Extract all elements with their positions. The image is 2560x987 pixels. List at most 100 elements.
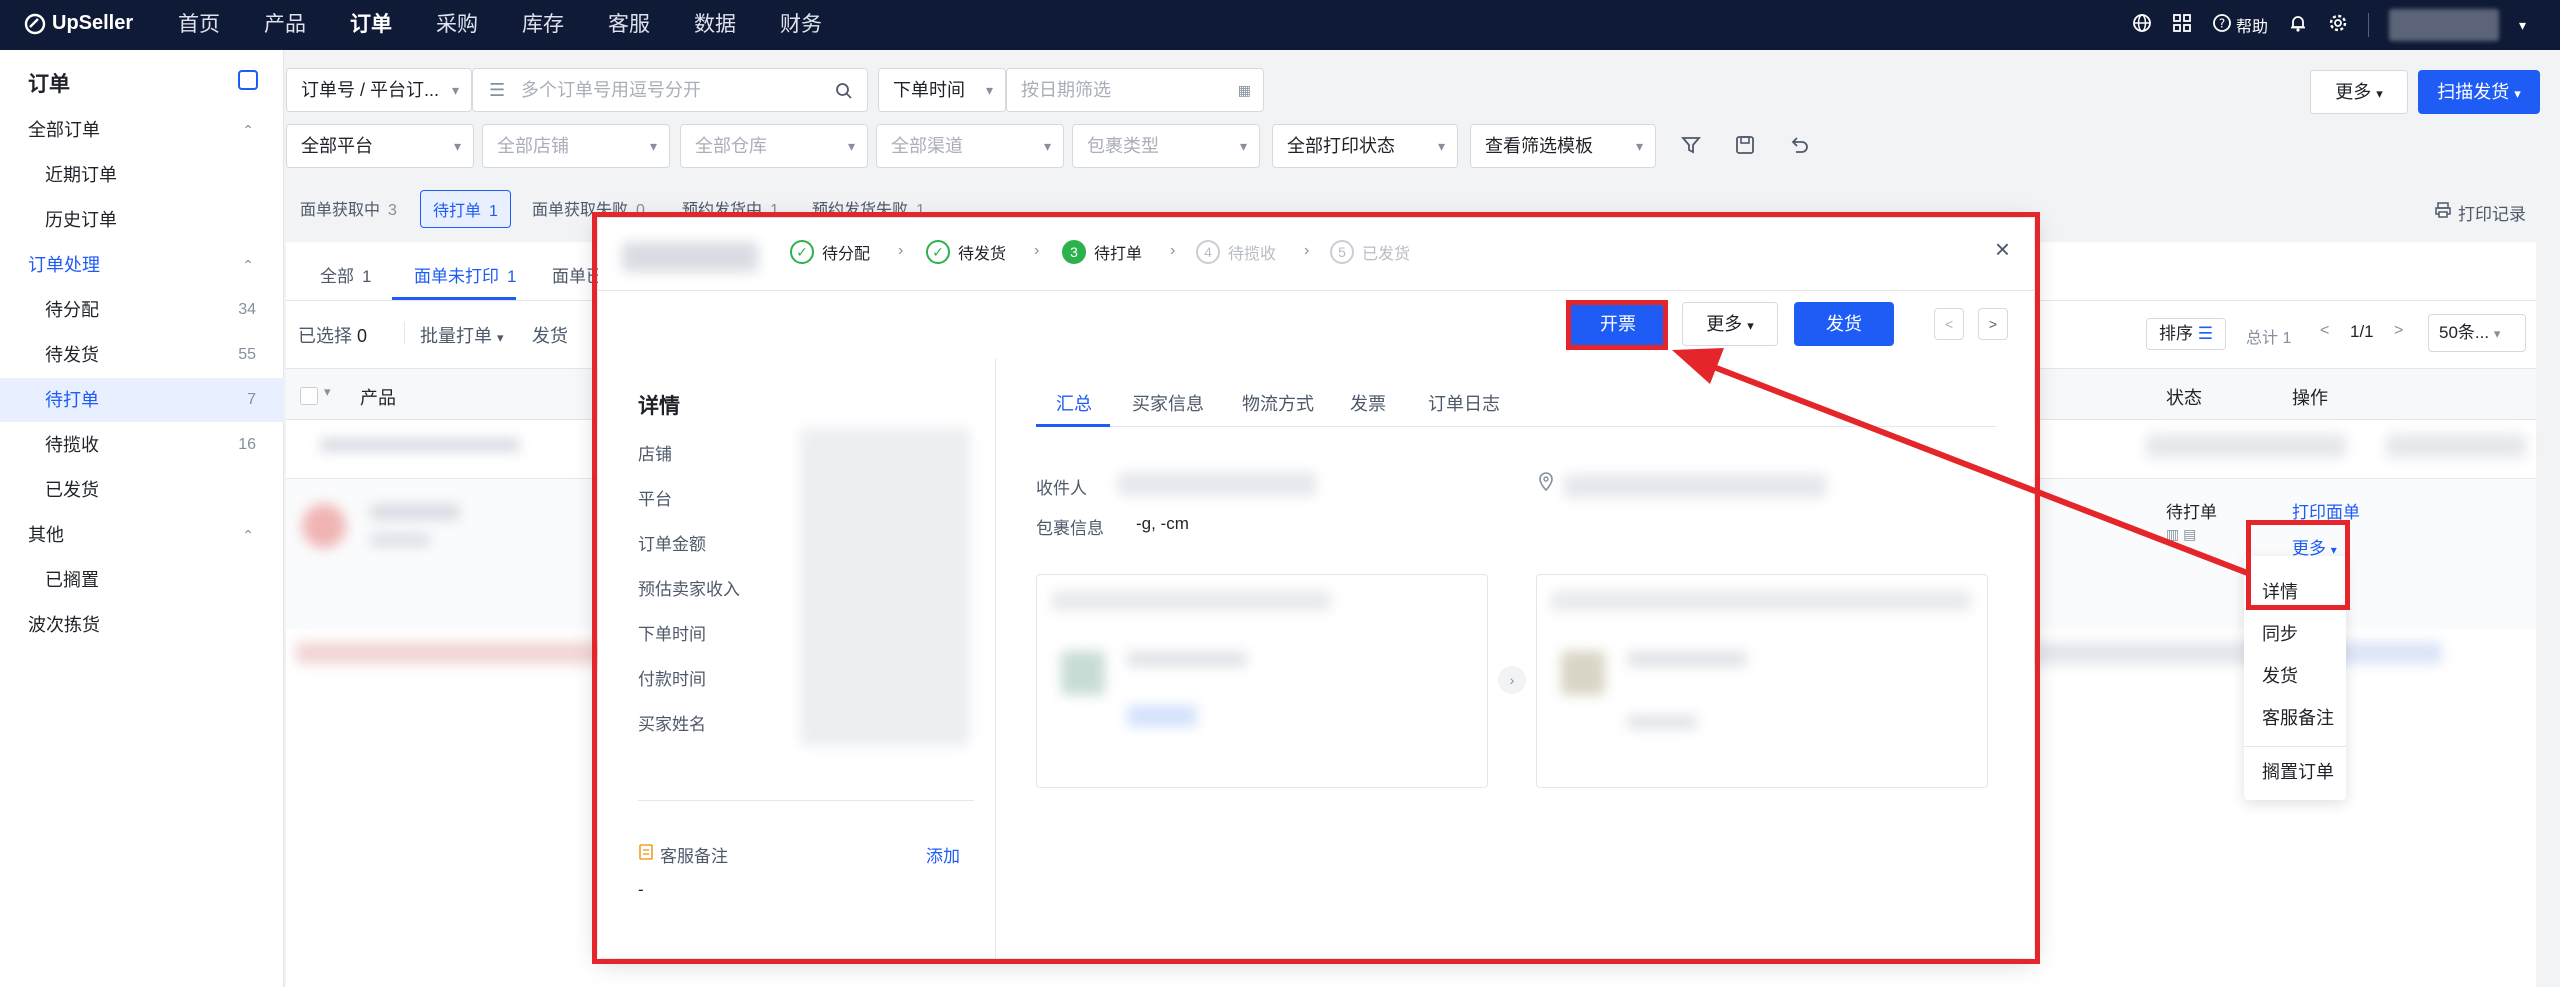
menu-item-1[interactable]: 同步 [2262, 620, 2298, 646]
chevron-right-icon[interactable]: › [1498, 666, 1526, 694]
print-status-select[interactable]: 全部打印状态 ▾ [1272, 124, 1458, 168]
chevron-up-icon[interactable]: ⌃ [242, 513, 254, 557]
nav-item-2[interactable]: 订单 [350, 0, 392, 50]
nav-item-0[interactable]: 首页 [178, 0, 220, 50]
next-page-icon[interactable]: > [2394, 322, 2403, 340]
status-tab-4[interactable]: 预约发货失败 1 [812, 196, 925, 220]
menu-item-3[interactable]: 客服备注 [2262, 704, 2334, 730]
chevron-down-icon[interactable]: ▾ [2519, 17, 2526, 34]
dialog-ship-button[interactable]: 发货 [1794, 302, 1894, 346]
chevron-up-icon[interactable]: ⌃ [242, 108, 254, 152]
barcode-icon[interactable]: ▥ ▤ [2166, 526, 2196, 543]
globe-icon[interactable] [2132, 13, 2152, 38]
package-info-value: -g, -cm [1136, 514, 1189, 533]
save-icon[interactable] [1734, 134, 1756, 161]
nav-item-3[interactable]: 采购 [436, 0, 478, 50]
sidebar-item-label: 待发货 [45, 345, 99, 365]
sort-button[interactable]: 排序 ☰ [2146, 318, 2226, 350]
dialog-tab-4[interactable]: 订单日志 [1428, 390, 1500, 416]
status-tab-1[interactable]: 待打单 1 [420, 190, 511, 228]
batch-print-button[interactable]: 批量打单 ▾ [404, 322, 504, 348]
sidebar-group-1[interactable]: 订单处理 ⌃ [0, 243, 284, 287]
chevron-down-icon[interactable]: ▾ [324, 384, 331, 400]
nav-item-6[interactable]: 数据 [694, 0, 736, 50]
sidebar-group-3[interactable]: 波次拣货 [0, 603, 284, 647]
dialog-tab-1[interactable]: 买家信息 [1132, 390, 1204, 416]
filter-template-select[interactable]: 查看筛选模板 ▾ [1470, 124, 1656, 168]
sidebar-item[interactable]: 近期订单 [0, 153, 284, 197]
apps-grid-icon[interactable] [2172, 13, 2192, 38]
help-button[interactable]: ? 帮助 [2212, 13, 2268, 38]
sidebar-item[interactable]: 待发货 55 [0, 333, 284, 377]
menu-item-2[interactable]: 发货 [2262, 662, 2298, 688]
bell-icon[interactable] [2288, 13, 2308, 38]
channel-select[interactable]: 全部渠道 ▾ [876, 124, 1064, 168]
detail-field-label: 平台 [638, 490, 672, 509]
package-type-select[interactable]: 包裹类型 ▾ [1072, 124, 1260, 168]
nav-item-7[interactable]: 财务 [780, 0, 822, 50]
undo-icon[interactable] [1788, 134, 1810, 161]
chevron-up-icon[interactable]: ⌃ [242, 243, 254, 287]
close-icon[interactable]: × [1995, 234, 2010, 265]
total-count: 总计 1 [2246, 330, 2292, 347]
sidebar-item[interactable]: 待分配 34 [0, 288, 284, 332]
page-size-select[interactable]: 50条... ▾ [2428, 314, 2526, 352]
warehouse-select[interactable]: 全部仓库 ▾ [680, 124, 868, 168]
subtab-label: 面单未打印 [414, 267, 499, 286]
menu-item-4[interactable]: 搁置订单 [2262, 758, 2334, 784]
more-filters-button[interactable]: 更多 ▾ [2310, 70, 2408, 114]
account-avatar[interactable] [2388, 9, 2499, 41]
select-all-checkbox[interactable] [300, 387, 318, 405]
status-tab-count: 1 [770, 202, 779, 219]
prev-order-icon[interactable]: < [1934, 308, 1964, 340]
sidebar-group-2[interactable]: 其他 ⌃ [0, 513, 284, 557]
search-type-select[interactable]: 订单号 / 平台订... ▾ [286, 68, 472, 112]
subtab-1[interactable]: 面单未打印 1 [414, 262, 516, 287]
platform-select[interactable]: 全部平台 ▾ [286, 124, 474, 168]
subtab-0[interactable]: 全部 1 [320, 262, 371, 287]
print-label-link[interactable]: 打印面单 [2292, 498, 2360, 523]
prev-page-icon[interactable]: < [2320, 322, 2329, 340]
sidebar-group-0[interactable]: 全部订单 ⌃ [0, 108, 284, 152]
status-tab-3[interactable]: 预约发货中 1 [682, 196, 779, 220]
dialog-tab-2[interactable]: 物流方式 [1242, 390, 1314, 416]
cs-note-label: 客服备注 [638, 842, 728, 867]
address-blurred [1564, 474, 1826, 498]
dialog-tab-0[interactable]: 汇总 [1056, 390, 1092, 416]
filter-icon[interactable] [1680, 134, 1702, 161]
scan-ship-button[interactable]: 扫描发货 ▾ [2418, 70, 2540, 114]
sidebar-item[interactable]: 待揽收 16 [0, 423, 284, 467]
nav-item-1[interactable]: 产品 [264, 0, 306, 50]
scan-ship-label: 扫描发货 [2437, 82, 2510, 102]
bulk-ship-button[interactable]: 发货 [532, 322, 568, 348]
add-note-link[interactable]: 添加 [926, 842, 960, 867]
divider [1036, 426, 1996, 427]
date-filter-input[interactable]: 按日期筛选 ▦ [1006, 68, 1264, 112]
status-tab-count: 1 [916, 202, 925, 219]
next-order-icon[interactable]: > [1978, 308, 2008, 340]
menu-item-0[interactable]: 详情 [2262, 578, 2298, 604]
sidebar-item[interactable]: 已发货 [0, 468, 284, 512]
sidebar-item[interactable]: 已搁置 [0, 558, 284, 602]
dialog-more-button[interactable]: 更多 ▾ [1682, 302, 1778, 346]
search-icon[interactable] [835, 69, 853, 111]
invoice-button[interactable]: 开票 [1570, 302, 1666, 346]
status-tab-2[interactable]: 面单获取失败 0 [532, 196, 645, 220]
nav-item-4[interactable]: 库存 [522, 0, 564, 50]
column-status: 状态 [2166, 388, 2202, 408]
sidebar-item[interactable]: 待打单 7 [0, 378, 284, 422]
sidebar-collapse-icon[interactable] [238, 70, 258, 90]
time-type-select[interactable]: 下单时间 ▾ [878, 68, 1006, 112]
shop-select[interactable]: 全部店铺 ▾ [482, 124, 670, 168]
order-search-input[interactable]: ☰ 多个订单号用逗号分开 [472, 68, 868, 112]
nav-item-5[interactable]: 客服 [608, 0, 650, 50]
chevron-right-icon: › [1170, 242, 1176, 259]
print-log-link[interactable]: 打印记录 [2434, 200, 2526, 225]
status-tab-0[interactable]: 面单获取中 3 [300, 196, 397, 220]
calendar-icon: ▦ [1237, 82, 1251, 98]
dialog-tab-3[interactable]: 发票 [1350, 390, 1386, 416]
status-tab-count: 0 [636, 202, 645, 219]
upseller-logo[interactable]: UpSeller [24, 12, 133, 35]
gear-icon[interactable] [2328, 13, 2348, 38]
sidebar-item[interactable]: 历史订单 [0, 198, 284, 242]
